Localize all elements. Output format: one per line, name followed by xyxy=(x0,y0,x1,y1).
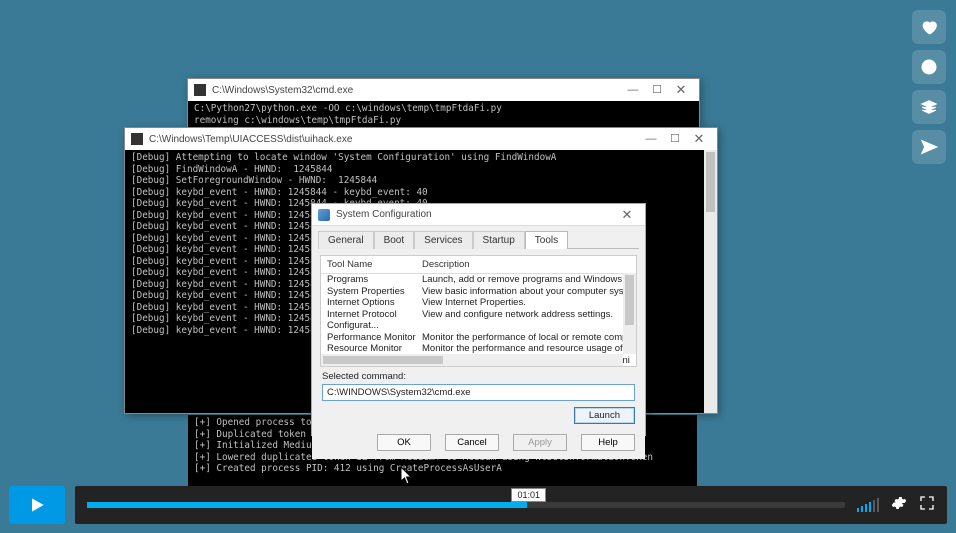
selected-command-input[interactable] xyxy=(322,384,635,401)
tool-row[interactable]: ProgramsLaunch, add or remove programs a… xyxy=(321,274,636,286)
tools-list: Tool Name Description ProgramsLaunch, ad… xyxy=(320,255,637,367)
progress-fill xyxy=(87,502,527,508)
cmd-window-1: C:\Windows\System32\cmd.exe — ☐ ✕ C:\Pyt… xyxy=(187,78,700,128)
window-title: C:\Windows\Temp\UIACCESS\dist\uihack.exe xyxy=(149,134,352,145)
column-description[interactable]: Description xyxy=(422,259,630,270)
dialog-title: System Configuration xyxy=(336,209,432,220)
progress-track[interactable]: 01:01 xyxy=(87,502,845,508)
selected-command-label: Selected command: xyxy=(322,371,635,382)
stack-icon[interactable] xyxy=(912,90,946,124)
minimize-button[interactable]: — xyxy=(639,132,663,146)
tab-boot[interactable]: Boot xyxy=(374,231,415,249)
maximize-button[interactable]: ☐ xyxy=(645,83,669,97)
volume-icon[interactable] xyxy=(857,498,879,512)
help-button[interactable]: Help xyxy=(581,434,635,451)
tools-header: Tool Name Description xyxy=(321,256,636,274)
launch-button[interactable]: Launch xyxy=(574,407,635,424)
tool-row[interactable]: Performance MonitorMonitor the performan… xyxy=(321,332,636,344)
settings-gear-icon[interactable] xyxy=(891,495,907,516)
fullscreen-icon[interactable] xyxy=(919,495,935,516)
tab-services[interactable]: Services xyxy=(414,231,472,249)
minimize-button[interactable]: — xyxy=(621,83,645,97)
heart-icon[interactable] xyxy=(912,10,946,44)
cmd-icon xyxy=(194,84,206,96)
side-icon-panel xyxy=(912,10,946,164)
send-icon[interactable] xyxy=(912,130,946,164)
maximize-button[interactable]: ☐ xyxy=(663,132,687,146)
titlebar-cmd2[interactable]: C:\Windows\Temp\UIACCESS\dist\uihack.exe… xyxy=(125,128,717,150)
msconfig-icon xyxy=(318,209,330,221)
clock-icon[interactable] xyxy=(912,50,946,84)
tab-tools[interactable]: Tools xyxy=(525,231,568,249)
player-controls: 01:01 xyxy=(75,486,947,524)
scrollbar-vertical[interactable] xyxy=(704,150,717,413)
tool-row[interactable]: Internet Protocol Configurat...View and … xyxy=(321,309,636,332)
scrollbar-vertical[interactable] xyxy=(623,273,636,354)
apply-button: Apply xyxy=(513,434,567,451)
tab-startup[interactable]: Startup xyxy=(473,231,525,249)
play-button[interactable] xyxy=(9,486,65,524)
close-button[interactable]: ✕ xyxy=(687,132,711,146)
cmd-icon xyxy=(131,133,143,145)
tab-general[interactable]: General xyxy=(318,231,374,249)
titlebar-cmd1[interactable]: C:\Windows\System32\cmd.exe — ☐ ✕ xyxy=(188,79,699,101)
window-title: C:\Windows\System32\cmd.exe xyxy=(212,85,353,96)
close-button[interactable]: ✕ xyxy=(669,83,693,97)
tool-row[interactable]: Command PromptOpen a command prompt wind… xyxy=(321,366,636,367)
cancel-button[interactable]: Cancel xyxy=(445,434,499,451)
tool-row[interactable]: System PropertiesView basic information … xyxy=(321,286,636,298)
video-player-bar: 01:01 xyxy=(9,486,947,524)
scrollbar-horizontal[interactable] xyxy=(321,354,623,366)
close-button[interactable]: ✕ xyxy=(615,208,639,222)
tool-row[interactable]: Resource MonitorMonitor the performance … xyxy=(321,343,636,355)
column-tool-name[interactable]: Tool Name xyxy=(327,259,422,270)
ok-button[interactable]: OK xyxy=(377,434,431,451)
tool-row[interactable]: Internet OptionsView Internet Properties… xyxy=(321,297,636,309)
dialog-tabs: GeneralBootServicesStartupTools xyxy=(312,226,645,248)
dialog-titlebar[interactable]: System Configuration ✕ xyxy=(312,204,645,226)
system-configuration-dialog: System Configuration ✕ GeneralBootServic… xyxy=(311,203,646,436)
time-tooltip: 01:01 xyxy=(511,488,546,502)
